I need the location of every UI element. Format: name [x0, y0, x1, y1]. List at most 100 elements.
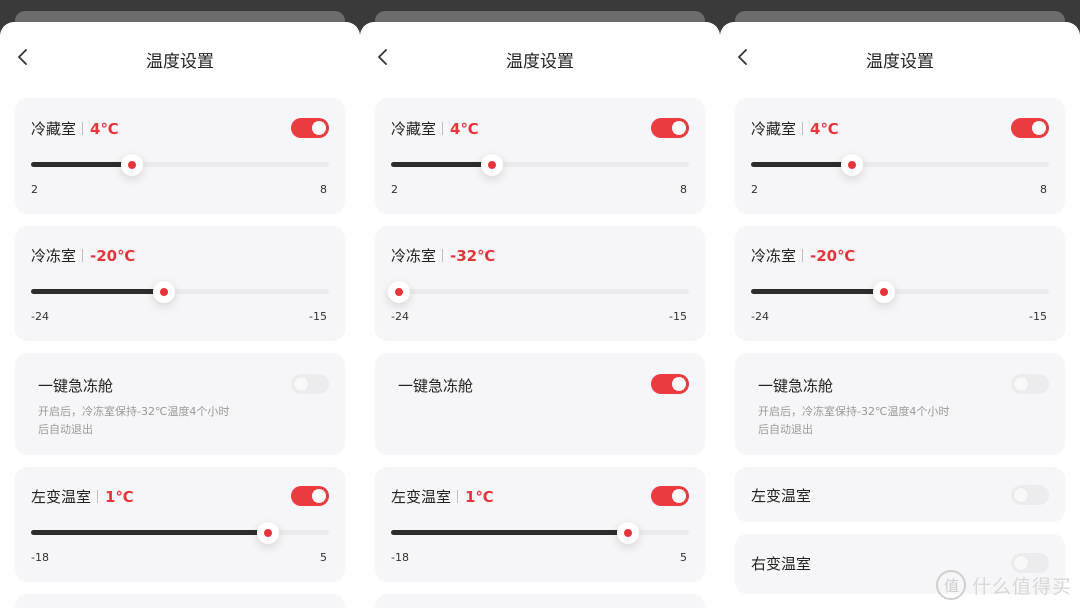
header: 温度设置 — [0, 22, 360, 94]
freezer-min: -24 — [31, 310, 49, 323]
freezer-temp: -20℃ — [810, 247, 856, 265]
left-var-label: 左变温室 — [391, 488, 452, 506]
divider — [442, 122, 444, 135]
freezer-label: 冷冻室 — [31, 247, 77, 265]
left-var-temp: 1℃ — [465, 488, 494, 506]
freezer-label: 冷冻室 — [751, 247, 797, 265]
freezer-label: 冷冻室 — [391, 247, 437, 265]
fridge-label: 冷藏室 — [391, 120, 437, 138]
panel-1: 温度设置 冷藏室 4℃ 2 8 冷冻室 -20℃ -24 -15 一键急冻舱 开启后… — [0, 0, 360, 608]
freezer-card: 冷冻室 -20℃ -24 -15 — [15, 226, 345, 341]
left-var-slider[interactable] — [31, 522, 329, 544]
fridge-toggle[interactable] — [651, 118, 689, 138]
left-var-label-row: 左变温室 1℃ — [391, 486, 494, 507]
quick-freeze-desc-line1: 开启后，冷冻室保持-32℃温度4个小时 — [38, 405, 230, 418]
left-var-slider[interactable] — [391, 522, 689, 544]
fridge-slider-thumb[interactable] — [841, 154, 863, 176]
left-var-label: 左变温室 — [31, 488, 92, 506]
freezer-slider[interactable] — [751, 281, 1049, 303]
fridge-label: 冷藏室 — [31, 120, 77, 138]
fridge-slider-thumb[interactable] — [121, 154, 143, 176]
freezer-slider-thumb[interactable] — [153, 281, 175, 303]
freezer-slider-fill — [31, 289, 164, 294]
left-var-temp: 1℃ — [105, 488, 134, 506]
fridge-slider[interactable] — [391, 154, 689, 176]
left-variable-card: 左变温室 — [735, 467, 1065, 522]
left-var-slider-thumb[interactable] — [257, 522, 279, 544]
fridge-toggle[interactable] — [291, 118, 329, 138]
quick-freeze-card: 一键急冻舱 — [375, 353, 705, 455]
quick-freeze-toggle[interactable] — [651, 374, 689, 394]
freezer-temp: -20℃ — [90, 247, 136, 265]
divider — [802, 122, 804, 135]
left-var-toggle[interactable] — [651, 486, 689, 506]
freezer-slider[interactable] — [388, 281, 689, 303]
freezer-max: -15 — [309, 310, 327, 323]
quick-freeze-desc-line2: 后自动退出 — [38, 423, 93, 436]
freezer-slider-fill — [751, 289, 884, 294]
freezer-label-row: 冷冻室 -20℃ — [751, 245, 855, 266]
page-title: 温度设置 — [866, 52, 934, 72]
fridge-min: 2 — [391, 183, 398, 196]
freezer-max: -15 — [1029, 310, 1047, 323]
next-card-partial — [375, 594, 705, 608]
divider — [457, 490, 459, 503]
freezer-card: 冷冻室 -20℃ -24 -15 — [735, 226, 1065, 341]
watermark: 值 什么值得买 — [935, 570, 1072, 600]
divider — [97, 490, 99, 503]
left-var-min: -18 — [391, 551, 409, 564]
header: 温度设置 — [360, 22, 720, 94]
freezer-label-row: 冷冻室 -32℃ — [391, 245, 495, 266]
quick-freeze-card: 一键急冻舱 开启后，冷冻室保持-32℃温度4个小时 后自动退出 — [735, 353, 1065, 455]
quick-freeze-toggle[interactable] — [1011, 374, 1049, 394]
divider — [442, 249, 444, 262]
left-var-toggle[interactable] — [1011, 485, 1049, 505]
fridge-slider-thumb[interactable] — [481, 154, 503, 176]
freezer-label-row: 冷冻室 -20℃ — [31, 245, 135, 266]
fridge-temp: 4℃ — [810, 120, 839, 138]
fridge-max: 8 — [320, 183, 327, 196]
quick-freeze-label: 一键急冻舱 — [398, 377, 474, 395]
divider — [82, 249, 84, 262]
freezer-temp: -32℃ — [450, 247, 496, 265]
fridge-max: 8 — [680, 183, 687, 196]
quick-freeze-label: 一键急冻舱 — [758, 377, 834, 395]
panel-2: 温度设置 冷藏室 4℃ 2 8 冷冻室 -32℃ -24 -15 一键急冻舱 左变温… — [360, 0, 720, 608]
left-var-max: 5 — [680, 551, 687, 564]
fridge-card: 冷藏室 4℃ 2 8 — [735, 98, 1065, 214]
left-var-min: -18 — [31, 551, 49, 564]
fridge-label: 冷藏室 — [751, 120, 797, 138]
fridge-label-row: 冷藏室 4℃ — [391, 118, 479, 139]
divider — [802, 249, 804, 262]
left-variable-card: 左变温室 1℃ -18 5 — [375, 467, 705, 582]
watermark-logo-icon: 值 — [935, 570, 966, 600]
freezer-min: -24 — [751, 310, 769, 323]
freezer-card: 冷冻室 -32℃ -24 -15 — [375, 226, 705, 341]
freezer-slider-thumb[interactable] — [873, 281, 895, 303]
left-variable-card: 左变温室 1℃ -18 5 — [15, 467, 345, 582]
fridge-slider[interactable] — [751, 154, 1049, 176]
left-var-toggle[interactable] — [291, 486, 329, 506]
quick-freeze-desc-line2: 后自动退出 — [758, 423, 813, 436]
fridge-toggle[interactable] — [1011, 118, 1049, 138]
fridge-temp: 4℃ — [90, 120, 119, 138]
fridge-slider-fill — [391, 162, 492, 167]
fridge-temp: 4℃ — [450, 120, 479, 138]
page-title: 温度设置 — [506, 52, 574, 72]
divider — [82, 122, 84, 135]
quick-freeze-card: 一键急冻舱 开启后，冷冻室保持-32℃温度4个小时 后自动退出 — [15, 353, 345, 455]
freezer-min: -24 — [391, 310, 409, 323]
quick-freeze-desc-line1: 开启后，冷冻室保持-32℃温度4个小时 — [758, 405, 950, 418]
fridge-slider-fill — [751, 162, 852, 167]
page-title: 温度设置 — [146, 52, 214, 72]
left-var-slider-thumb[interactable] — [617, 522, 639, 544]
quick-freeze-toggle[interactable] — [291, 374, 329, 394]
fridge-slider[interactable] — [31, 154, 329, 176]
right-var-label: 右变温室 — [751, 555, 812, 573]
fridge-min: 2 — [31, 183, 38, 196]
freezer-slider[interactable] — [31, 281, 329, 303]
panel-3: 温度设置 冷藏室 4℃ 2 8 冷冻室 -20℃ -24 -15 一键急冻舱 开启后… — [720, 0, 1080, 608]
freezer-slider-thumb[interactable] — [388, 281, 410, 303]
header: 温度设置 — [720, 22, 1080, 94]
left-var-slider-fill — [31, 530, 268, 535]
